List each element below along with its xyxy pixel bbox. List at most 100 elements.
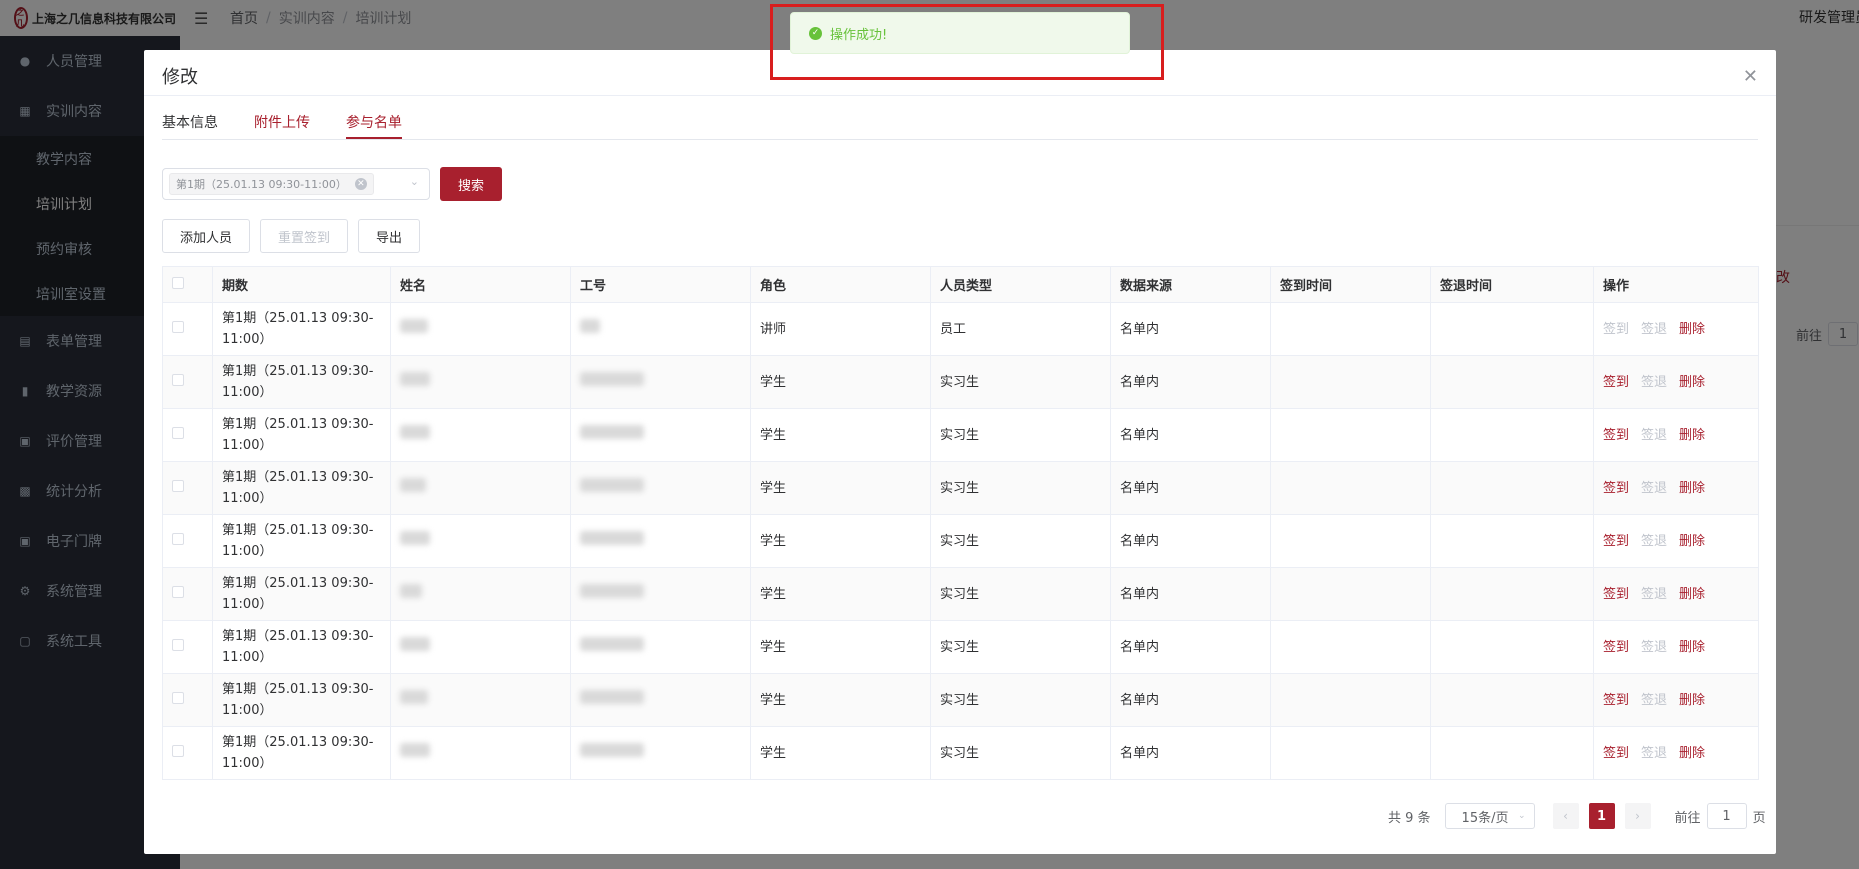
checkout-time-cell [1430,408,1594,462]
checkout-time-cell [1430,567,1594,621]
row-checkbox[interactable] [172,426,184,439]
next-page-button[interactable]: › [1624,803,1651,829]
close-icon[interactable]: ✕ [1743,68,1758,86]
add-member-button[interactable]: 添加人员 [162,219,250,253]
role-cell: 学生 [750,673,931,727]
redacted-employee-id [580,371,644,386]
row-select-cell [162,726,213,780]
export-button[interactable]: 导出 [358,219,420,253]
redacted-name [400,636,430,651]
role-cell: 学生 [750,726,931,780]
page-number-current[interactable]: 1 [1588,803,1615,829]
period-cell: 第1期（25.01.13 09:30-11:00） [212,726,391,780]
actions-cell: 签到 签退 删除 [1593,673,1759,727]
delete-link[interactable]: 删除 [1679,375,1705,390]
delete-link[interactable]: 删除 [1679,534,1705,549]
checkout-time-cell [1430,514,1594,568]
signout-link: 签退 [1641,692,1668,708]
name-cell [390,567,571,621]
row-select-cell [162,620,213,674]
search-button[interactable]: 搜索 [440,167,502,201]
column-header: 人员类型 [930,266,1111,303]
chevron-down-icon: ⌄ [409,175,419,188]
signin-link[interactable]: 签到 [1603,640,1629,655]
period-cell: 第1期（25.01.13 09:30-11:00） [212,461,391,515]
page-size-select[interactable]: 15条/页 ⌄ [1444,803,1535,829]
checkin-time-cell [1270,620,1431,674]
checkin-time-cell [1270,567,1431,621]
table-row: 第1期（25.01.13 09:30-11:00） 学生 实习生 名单内 签到 签退 删除 [162,673,1759,727]
row-checkbox[interactable] [172,479,184,492]
actions-cell: 签到 签退 删除 [1593,355,1759,409]
signin-link[interactable]: 签到 [1603,746,1629,761]
actions-cell: 签到 签退 删除 [1593,567,1759,621]
signin-link[interactable]: 签到 [1603,428,1629,443]
role-cell: 学生 [750,355,931,409]
signin-link[interactable]: 签到 [1603,534,1629,549]
period-select[interactable]: 第1期（25.01.13 09:30-11:00） ✕ ⌄ [162,168,430,200]
redacted-name [400,583,422,598]
period-cell: 第1期（25.01.13 09:30-11:00） [212,355,391,409]
person-type-cell: 员工 [930,302,1111,356]
delete-link[interactable]: 删除 [1679,587,1705,602]
pagination-goto: 前往 1 页 [1675,803,1766,829]
role-cell: 学生 [750,408,931,462]
delete-link[interactable]: 删除 [1679,693,1705,708]
delete-link[interactable]: 删除 [1679,746,1705,761]
checkin-time-cell [1270,408,1431,462]
person-type-cell: 实习生 [930,461,1111,515]
row-checkbox[interactable] [172,373,184,386]
signin-link[interactable]: 签到 [1603,693,1629,708]
column-header: 工号 [570,266,751,303]
tab-basic-info[interactable]: 基本信息 [162,112,218,139]
row-select-cell [162,461,213,515]
redacted-name [400,371,430,386]
checkout-time-cell [1430,302,1594,356]
row-checkbox[interactable] [172,638,184,651]
signout-link: 签退 [1641,639,1668,655]
tab-attachment[interactable]: 附件上传 [254,112,310,139]
table-row: 第1期（25.01.13 09:30-11:00） 讲师 员工 名单内 签到 签退 删除 [162,302,1759,356]
tab-participants[interactable]: 参与名单 [346,112,402,139]
source-cell: 名单内 [1110,302,1271,356]
delete-link[interactable]: 删除 [1679,481,1705,496]
delete-link[interactable]: 删除 [1679,322,1705,337]
reset-signin-button[interactable]: 重置签到 [260,219,348,253]
employee-id-cell [570,461,751,515]
table-row: 第1期（25.01.13 09:30-11:00） 学生 实习生 名单内 签到 签退 删除 [162,355,1759,409]
select-all-cell [162,266,213,303]
signin-link[interactable]: 签到 [1603,587,1629,602]
period-cell: 第1期（25.01.13 09:30-11:00） [212,302,391,356]
select-all-checkbox[interactable] [172,276,184,289]
name-cell [390,355,571,409]
signin-link[interactable]: 签到 [1603,375,1629,390]
redacted-name [400,477,426,492]
signout-link: 签退 [1641,321,1668,337]
row-checkbox[interactable] [172,585,184,598]
employee-id-cell [570,355,751,409]
table-row: 第1期（25.01.13 09:30-11:00） 学生 实习生 名单内 签到 签退 删除 [162,408,1759,462]
signin-link[interactable]: 签到 [1603,481,1629,496]
close-icon[interactable]: ✕ [354,178,367,190]
toast-message: 操作成功! [830,27,888,43]
name-cell [390,514,571,568]
name-cell [390,673,571,727]
signout-link: 签退 [1641,745,1668,761]
checkin-time-cell [1270,302,1431,356]
role-cell: 学生 [750,514,931,568]
row-checkbox[interactable] [172,320,184,333]
delete-link[interactable]: 删除 [1679,428,1705,443]
actions-cell: 签到 签退 删除 [1593,620,1759,674]
row-checkbox[interactable] [172,691,184,704]
redacted-employee-id [580,689,644,704]
participant-table: 期数 姓名 工号 角色 人员类型 数据来源 签到时间 签退时间 操作 第1期（2… [162,266,1759,780]
row-checkbox[interactable] [172,532,184,545]
pagination: 共 9 条 15条/页 ⌄ ‹ 1 › 前往 1 页 [1388,803,1766,829]
row-checkbox[interactable] [172,744,184,757]
column-header: 期数 [212,266,391,303]
signout-link: 签退 [1641,374,1668,390]
goto-page-input[interactable]: 1 [1706,803,1747,829]
prev-page-button[interactable]: ‹ [1552,803,1579,829]
delete-link[interactable]: 删除 [1679,640,1705,655]
page-size-label: 15条/页 [1461,810,1509,826]
